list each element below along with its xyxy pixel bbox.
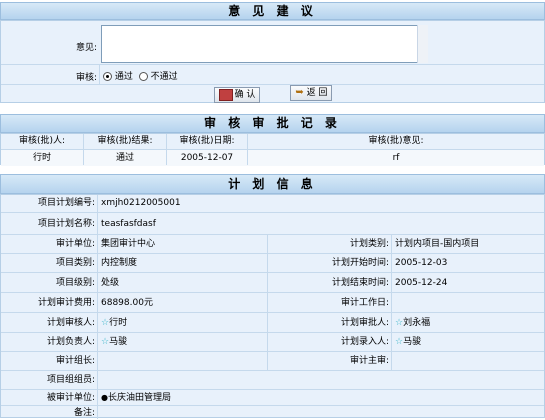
reject-radio-label[interactable]: 不通过 <box>151 72 178 82</box>
plan-no-value: xmjh0212005001 <box>101 198 181 208</box>
cost-value: 68898.00元 <box>101 298 153 308</box>
checker-label: 计划审核人: <box>46 318 95 328</box>
plan-row-unit: 审计单位: 集团审计中心 计划类别: 计划内项目-国内项目 <box>1 234 544 254</box>
records-divider-2 <box>166 134 167 165</box>
audit-unit-label: 审计单位: <box>55 239 95 249</box>
members-label: 项目组组员: <box>46 375 95 385</box>
confirm-button-label: 确 认 <box>234 90 256 100</box>
plan-row-cost: 计划审计费用: 68898.00元 审计工作日: <box>1 292 544 313</box>
reject-radio[interactable] <box>138 72 148 81</box>
audited-unit-name: 长庆油田管理局 <box>107 393 171 403</box>
plan-category-value: 计划内项目-国内项目 <box>395 239 480 249</box>
plan-divider-left <box>97 195 98 419</box>
entry-label: 计划录入人: <box>340 337 389 347</box>
level-label: 项目级别: <box>55 278 95 288</box>
plan-row-level: 项目级别: 处级 计划结束时间: 2005-12-24 <box>1 272 544 293</box>
owner-value: ☆马骏 <box>101 333 127 352</box>
record-date: 2005-12-07 <box>180 153 234 163</box>
record-opinion: rf <box>392 153 400 163</box>
plan-row-type: 项目类别: 内控制度 计划开始时间: 2005-12-03 <box>1 253 544 273</box>
audited-unit-label: 被审计单位: <box>46 393 95 403</box>
plan-section-title: 计 划 信 息 <box>228 177 317 191</box>
opinion-section-title: 意 见 建 议 <box>228 4 317 18</box>
plan-category-label: 计划类别: <box>349 239 389 249</box>
plan-row-name: 项目计划名称: teasfasfdasf <box>1 212 544 235</box>
records-divider-1 <box>83 134 84 165</box>
plan-row-members: 项目组组员: <box>1 370 544 390</box>
entry-name: 马骏 <box>403 337 422 347</box>
opinion-panel: 意见: 审核: 通过 不通过 确 认 ➥ 返 回 <box>0 20 545 103</box>
audit-options: 通过 不通过 <box>103 69 178 82</box>
records-col-date: 审核(批)日期: <box>179 136 235 146</box>
records-table: 审核(批)人: 审核(批)结果: 审核(批)日期: 审核(批)意见: 行时 通过… <box>0 133 545 166</box>
project-type-value: 内控制度 <box>101 258 138 268</box>
plan-divider-mid-a <box>267 234 268 370</box>
opinion-textarea[interactable] <box>101 25 428 63</box>
opinion-label: 意见: <box>75 43 97 53</box>
opinion-section-header: 意 见 建 议 <box>0 2 545 20</box>
workdays-label: 审计工作日: <box>340 298 389 308</box>
back-arrow-icon: ➥ <box>295 86 304 98</box>
audit-label: 审核: <box>75 73 97 83</box>
opinion-textarea-wrap <box>101 25 428 63</box>
project-type-label: 项目类别: <box>55 258 95 268</box>
plan-divider-mid-b <box>391 234 392 370</box>
chief-label: 审计主审: <box>349 356 389 366</box>
owner-name: 马骏 <box>109 337 128 347</box>
audit-row-divider <box>99 65 100 85</box>
button-row: 确 认 ➥ 返 回 <box>1 84 544 104</box>
approver-name: 刘永福 <box>403 318 431 328</box>
plan-no-label: 项目计划编号: <box>37 198 95 208</box>
records-col-opinion: 审核(批)意见: <box>368 136 424 146</box>
start-date-label: 计划开始时间: <box>331 258 389 268</box>
owner-label: 计划负责人: <box>46 337 95 347</box>
records-col-result: 审核(批)结果: <box>97 136 153 146</box>
approver-value: ☆刘永福 <box>395 313 430 333</box>
plan-row-audited: 被审计单位: ●长庆油田管理局 <box>1 389 544 406</box>
start-date-value: 2005-12-03 <box>395 258 448 268</box>
end-date-label: 计划结束时间: <box>331 278 389 288</box>
star-icon: ☆ <box>395 337 404 347</box>
record-person: 行时 <box>32 153 51 163</box>
plan-row-owner: 计划负责人: ☆马骏 计划录入人: ☆马骏 <box>1 332 544 352</box>
confirm-button[interactable]: 确 认 <box>214 87 260 103</box>
approve-radio-label[interactable]: 通过 <box>115 72 133 82</box>
level-value: 处级 <box>101 278 120 288</box>
plan-name-label: 项目计划名称: <box>37 219 95 229</box>
plan-name-value: teasfasfdasf <box>101 219 156 229</box>
approver-label: 计划审批人: <box>340 318 389 328</box>
records-section-title: 审 核 审 批 记 录 <box>204 116 341 130</box>
cost-label: 计划审计费用: <box>37 298 95 308</box>
bullet-icon: ● <box>101 393 108 402</box>
back-button-label: 返 回 <box>306 88 328 98</box>
plan-section-header: 计 划 信 息 <box>0 174 545 194</box>
plan-row-checker: 计划审核人: ☆行时 计划审批人: ☆刘永福 <box>1 312 544 333</box>
entry-value: ☆马骏 <box>395 333 421 352</box>
star-icon: ☆ <box>395 318 404 328</box>
audited-unit-value: ●长庆油田管理局 <box>101 390 171 406</box>
audit-unit-value: 集团审计中心 <box>101 239 156 249</box>
opinion-scrollbar[interactable] <box>417 25 428 63</box>
end-date-value: 2005-12-24 <box>395 278 448 288</box>
records-col-person: 审核(批)人: <box>18 136 66 146</box>
confirm-icon <box>218 88 233 101</box>
records-section-header: 审 核 审 批 记 录 <box>0 114 545 133</box>
plan-table: 项目计划编号: xmjh0212005001 项目计划名称: teasfasfd… <box>0 194 545 419</box>
star-icon: ☆ <box>101 318 110 328</box>
records-divider-3 <box>247 134 248 165</box>
star-icon: ☆ <box>101 337 110 347</box>
checker-value: ☆行时 <box>101 313 127 333</box>
back-button[interactable]: ➥ 返 回 <box>290 85 332 101</box>
checker-name: 行时 <box>109 318 128 328</box>
audit-row: 审核: 通过 不通过 <box>1 64 544 85</box>
plan-row-no: 项目计划编号: xmjh0212005001 <box>1 195 544 212</box>
plan-row-leader: 审计组长: 审计主审: <box>1 351 544 371</box>
team-leader-label: 审计组长: <box>55 356 95 366</box>
approve-radio[interactable] <box>103 72 112 81</box>
record-result: 通过 <box>115 153 134 163</box>
